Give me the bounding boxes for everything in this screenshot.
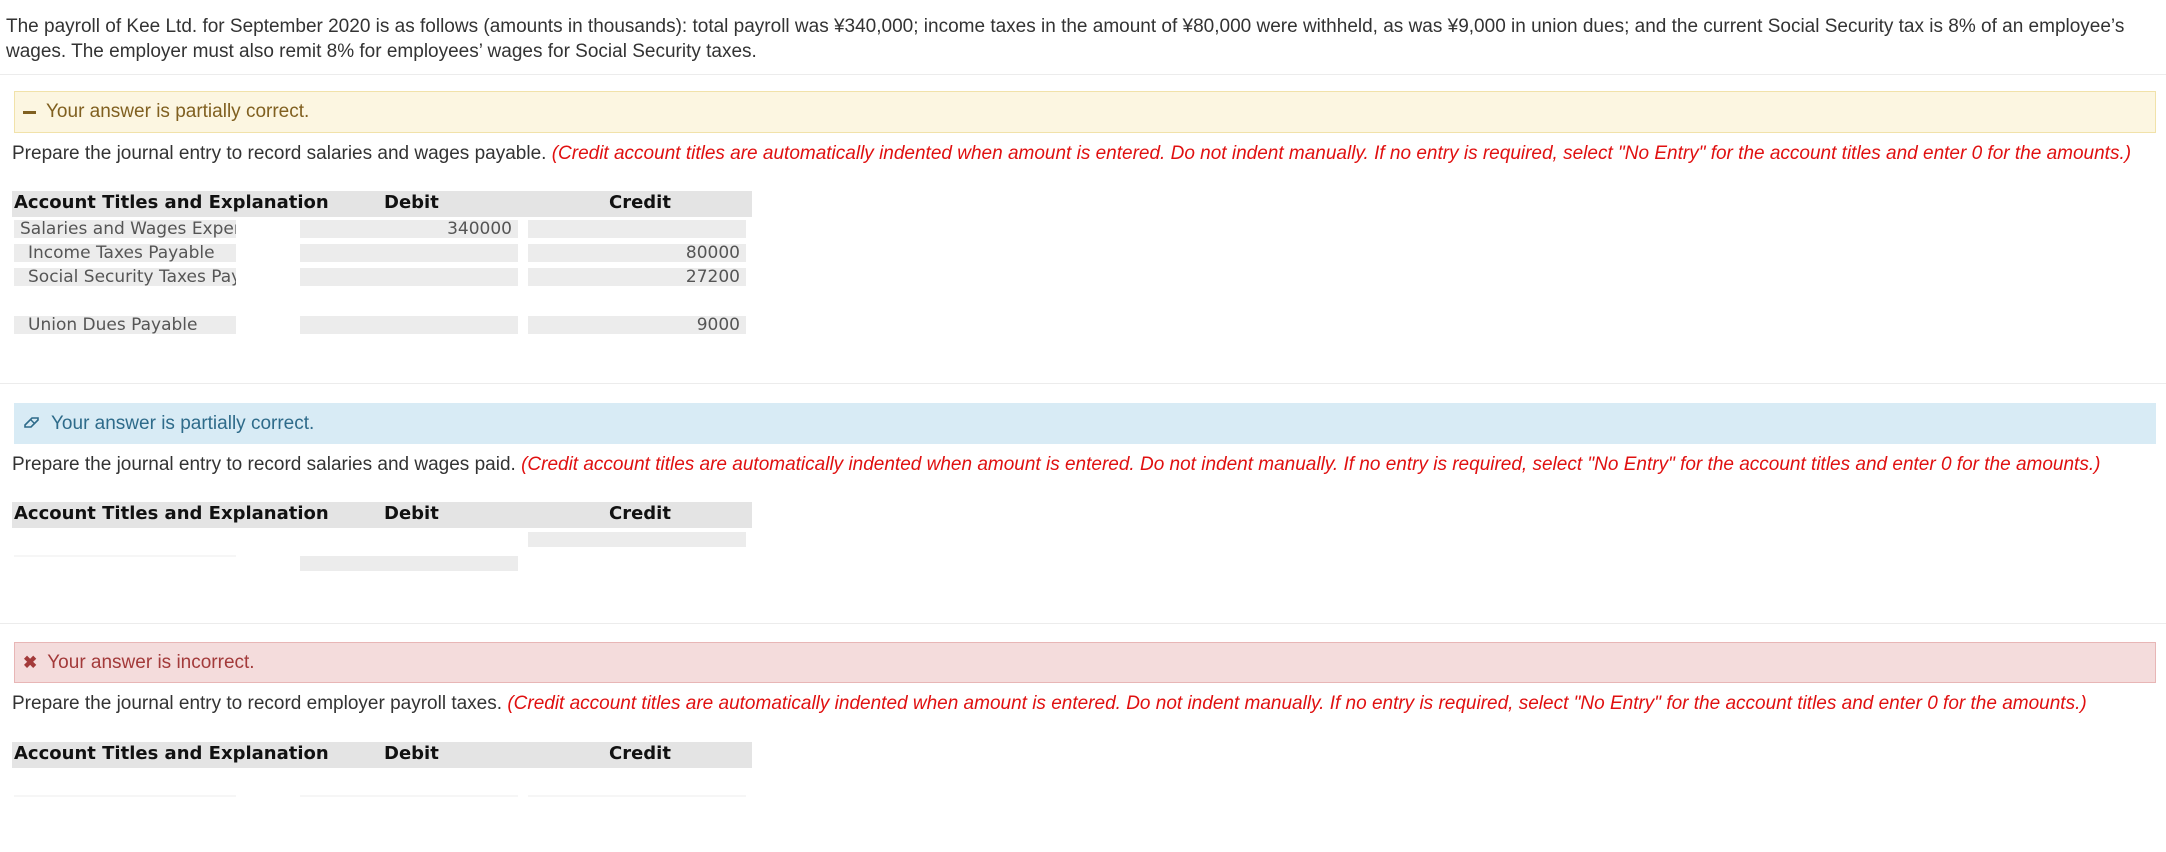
instruction-2: Prepare the journal entry to record sala… (12, 454, 2100, 476)
divider (0, 74, 2166, 75)
header-debit: Debit (384, 503, 439, 524)
debit-field[interactable] (300, 268, 518, 286)
account-field[interactable]: Income Taxes Payable (14, 244, 236, 262)
header-account: Account Titles and Explanation (14, 743, 329, 764)
x-icon: ✖ (23, 652, 38, 672)
account-field[interactable]: Social Security Taxes Payable (14, 268, 236, 286)
problem-statement: The payroll of Kee Ltd. for September 20… (6, 16, 2125, 62)
status-text: Your answer is incorrect. (47, 651, 255, 673)
journal-header: Account Titles and Explanation Debit Cre… (12, 502, 752, 528)
header-credit: Credit (609, 503, 671, 524)
credit-field[interactable]: 27200 (528, 268, 746, 286)
status-text: Your answer is partially correct. (51, 412, 315, 434)
status-banner-partial: Your answer is partially correct. (14, 403, 2156, 444)
account-field[interactable] (14, 795, 236, 797)
divider (0, 383, 2166, 384)
divider (0, 623, 2166, 624)
credit-field[interactable]: 9000 (528, 316, 746, 334)
debit-field[interactable] (300, 244, 518, 262)
header-debit: Debit (384, 743, 439, 764)
debit-field[interactable] (300, 556, 518, 571)
credit-field[interactable] (528, 795, 746, 797)
header-credit: Credit (609, 192, 671, 213)
dash-icon (23, 110, 36, 114)
instruction-text: Prepare the journal entry to record sala… (12, 143, 547, 164)
status-banner-partial: Your answer is partially correct. (14, 91, 2156, 133)
credit-field[interactable]: 80000 (528, 244, 746, 262)
status-text: Your answer is partially correct. (46, 101, 310, 122)
instruction-note: (Credit account titles are automatically… (551, 143, 2132, 164)
account-field[interactable]: Union Dues Payable (14, 316, 236, 334)
account-field[interactable]: Salaries and Wages Expense (14, 220, 236, 238)
instruction-note: (Credit account titles are automatically… (521, 454, 2101, 475)
account-field[interactable] (14, 555, 236, 557)
instruction-text: Prepare the journal entry to record sala… (12, 454, 516, 475)
debit-field[interactable]: 340000 (300, 220, 518, 238)
header-account: Account Titles and Explanation (14, 192, 329, 213)
status-banner-incorrect: ✖ Your answer is incorrect. (14, 642, 2156, 683)
instruction-text: Prepare the journal entry to record empl… (12, 693, 503, 714)
journal-header: Account Titles and Explanation Debit Cre… (12, 742, 752, 768)
header-debit: Debit (384, 192, 439, 213)
credit-field[interactable] (528, 220, 746, 238)
credit-field[interactable] (528, 532, 746, 547)
header-account: Account Titles and Explanation (14, 503, 329, 524)
eraser-icon (23, 413, 41, 435)
instruction-note: (Credit account titles are automatically… (507, 693, 2087, 714)
debit-field[interactable] (300, 316, 518, 334)
instruction-3: Prepare the journal entry to record empl… (12, 693, 2087, 715)
header-credit: Credit (609, 743, 671, 764)
journal-header: Account Titles and Explanation Debit Cre… (12, 191, 752, 217)
instruction-1: Prepare the journal entry to record sala… (12, 143, 2131, 165)
debit-field[interactable] (300, 795, 518, 797)
